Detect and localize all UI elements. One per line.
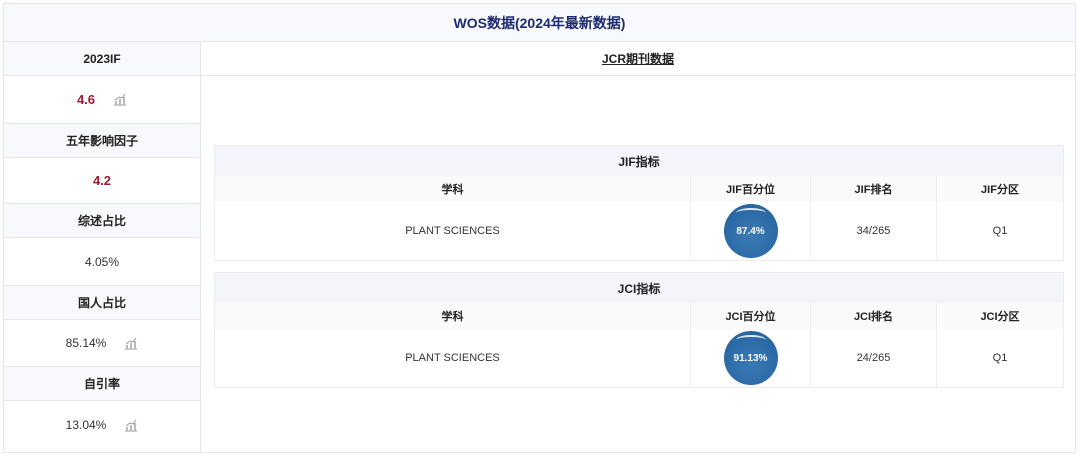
metric-value-text: 4.6 [76, 92, 96, 107]
column-header-quartile: JIF分区 [981, 184, 1019, 196]
metric-label-self-citation-rate: 自引率 [4, 367, 200, 401]
percentile-cell: 91.13% [691, 329, 811, 387]
metric-label-if: 2023IF [4, 42, 200, 76]
column-header-subject: 学科 [215, 176, 691, 202]
trend-chart-icon[interactable] [124, 419, 138, 432]
metric-value-text: 4.2 [92, 173, 112, 188]
jif-table-title: JIF指标 [215, 146, 1063, 176]
metric-label-five-year-if: 五年影响因子 [4, 124, 200, 158]
percentile-ball: 91.13% [723, 331, 778, 385]
metric-value-chinese-author-ratio: 85.14% [4, 320, 200, 367]
metric-value-text: 13.04% [65, 418, 107, 432]
jif-table: JIF指标 学科 JIF百分位 JIF排名 JIF分区 PLANT SCIENC… [214, 145, 1064, 261]
percentile-cell: 87.4% [691, 202, 811, 260]
metric-label-chinese-author-ratio: 国人占比 [4, 286, 200, 320]
column-header-rank: JCI排名 [811, 303, 937, 329]
metric-value-text: 85.14% [65, 336, 107, 350]
metric-value-review-ratio: 4.05% [4, 238, 200, 286]
table-row: PLANT SCIENCES 87.4% 34/265 Q1 [215, 202, 1063, 260]
jcr-column: JCR期刊数据 JIF指标 学科 JIF百分位 JIF排名 JIF分区 PLAN… [201, 42, 1075, 452]
column-header-rank: JIF排名 [811, 176, 937, 202]
table-row: PLANT SCIENCES 91.13% 24/265 Q1 [215, 329, 1063, 387]
trend-chart-icon[interactable] [124, 337, 138, 350]
subject-cell: PLANT SCIENCES [215, 202, 691, 260]
jci-table-title: JCI指标 [215, 273, 1063, 303]
rank-cell: 24/265 [811, 329, 937, 387]
jif-table-header-row: 学科 JIF百分位 JIF排名 JIF分区 [215, 176, 1063, 202]
jcr-title-link[interactable]: JCR期刊数据 [201, 42, 1075, 76]
jci-table-header-row: 学科 JCI百分位 JCI排名 JCI分区 [215, 303, 1063, 329]
percentile-ball: 87.4% [723, 204, 778, 258]
metrics-column: 2023IF 4.6 五年影响因子 4.2 综述占比 4.05% 国人占比 85… [4, 42, 201, 452]
subject-cell: PLANT SCIENCES [215, 329, 691, 387]
metric-value-five-year-if: 4.2 [4, 158, 200, 204]
metric-value-text: 4.05% [84, 254, 120, 269]
column-header-subject: 学科 [215, 303, 691, 329]
metric-value-self-citation-rate: 13.04% [4, 401, 200, 449]
jci-table: JCI指标 学科 JCI百分位 JCI排名 JCI分区 PLANT SCIENC… [214, 272, 1064, 388]
column-header-quartile: JCI分区 [980, 311, 1020, 323]
panel-title: WOS数据(2024年最新数据) [4, 4, 1075, 42]
column-header-percentile: JCI百分位 [691, 303, 811, 329]
column-header-percentile: JIF百分位 [691, 176, 811, 202]
quartile-cell: Q1 [992, 352, 1008, 364]
quartile-cell: Q1 [992, 225, 1008, 237]
trend-chart-icon[interactable] [113, 93, 127, 106]
wos-data-panel: WOS数据(2024年最新数据) 2023IF 4.6 五年影响因子 4.2 综… [3, 3, 1076, 453]
metric-value-if: 4.6 [4, 76, 200, 124]
metric-label-review-ratio: 综述占比 [4, 204, 200, 238]
rank-cell: 34/265 [811, 202, 937, 260]
